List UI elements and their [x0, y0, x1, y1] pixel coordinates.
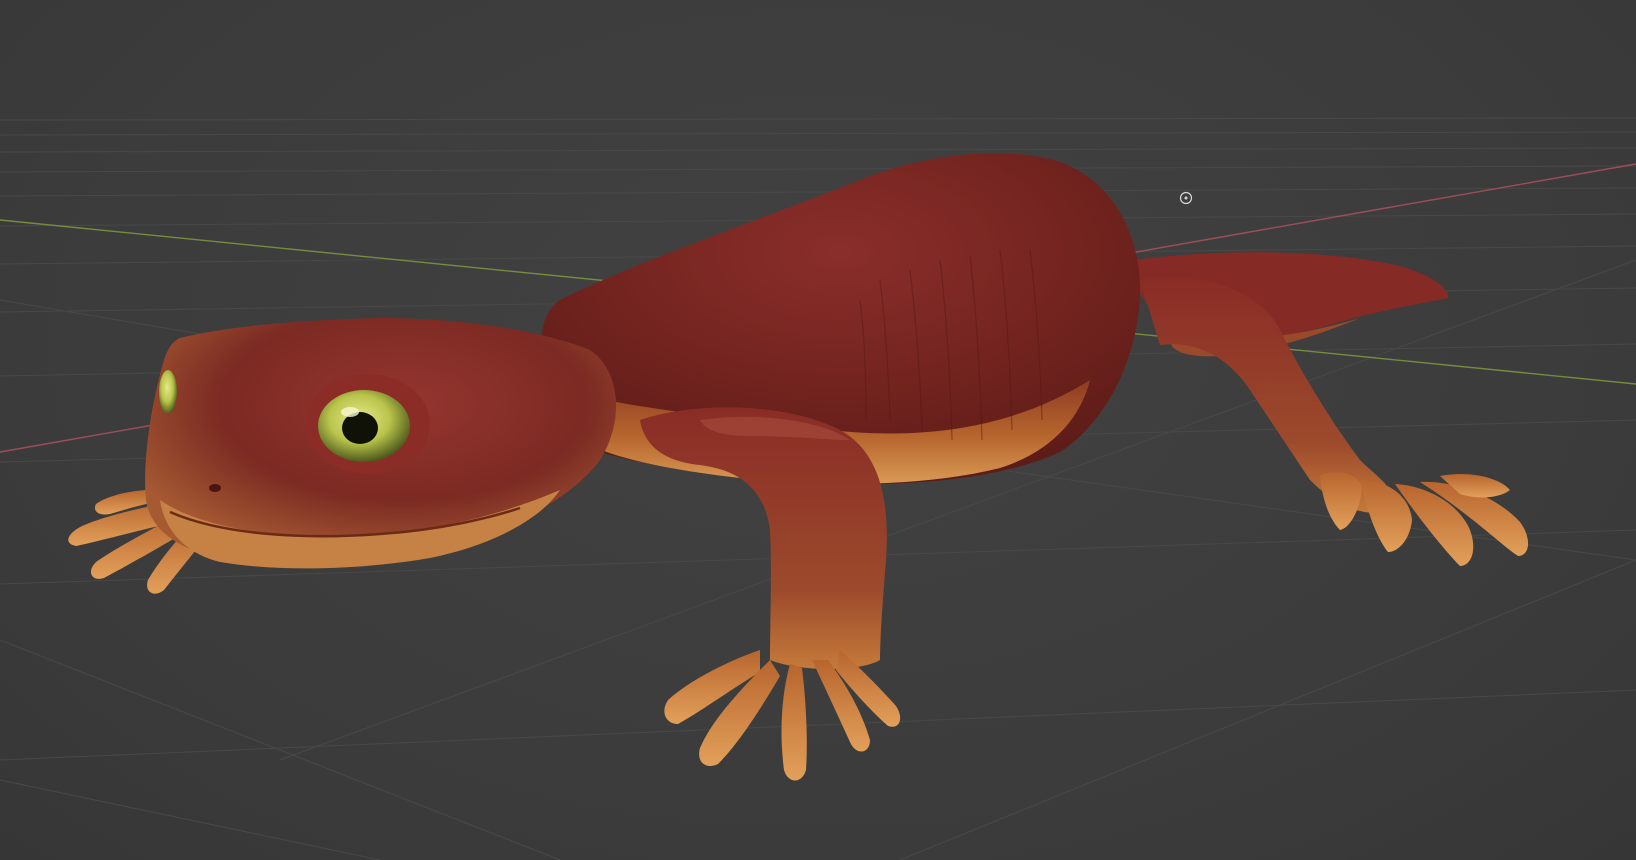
3d-viewport[interactable]: [0, 0, 1636, 860]
front-left-leg: [640, 407, 887, 669]
viewport-canvas[interactable]: [0, 0, 1636, 860]
back-right-foot: [1320, 472, 1529, 566]
front-left-foot: [664, 650, 901, 781]
nostril: [209, 484, 221, 492]
salamander-model[interactable]: [68, 153, 1529, 781]
far-eye: [159, 370, 177, 414]
3d-cursor-icon[interactable]: [1179, 191, 1193, 205]
pupil: [342, 412, 378, 444]
eye-highlight: [341, 407, 359, 417]
